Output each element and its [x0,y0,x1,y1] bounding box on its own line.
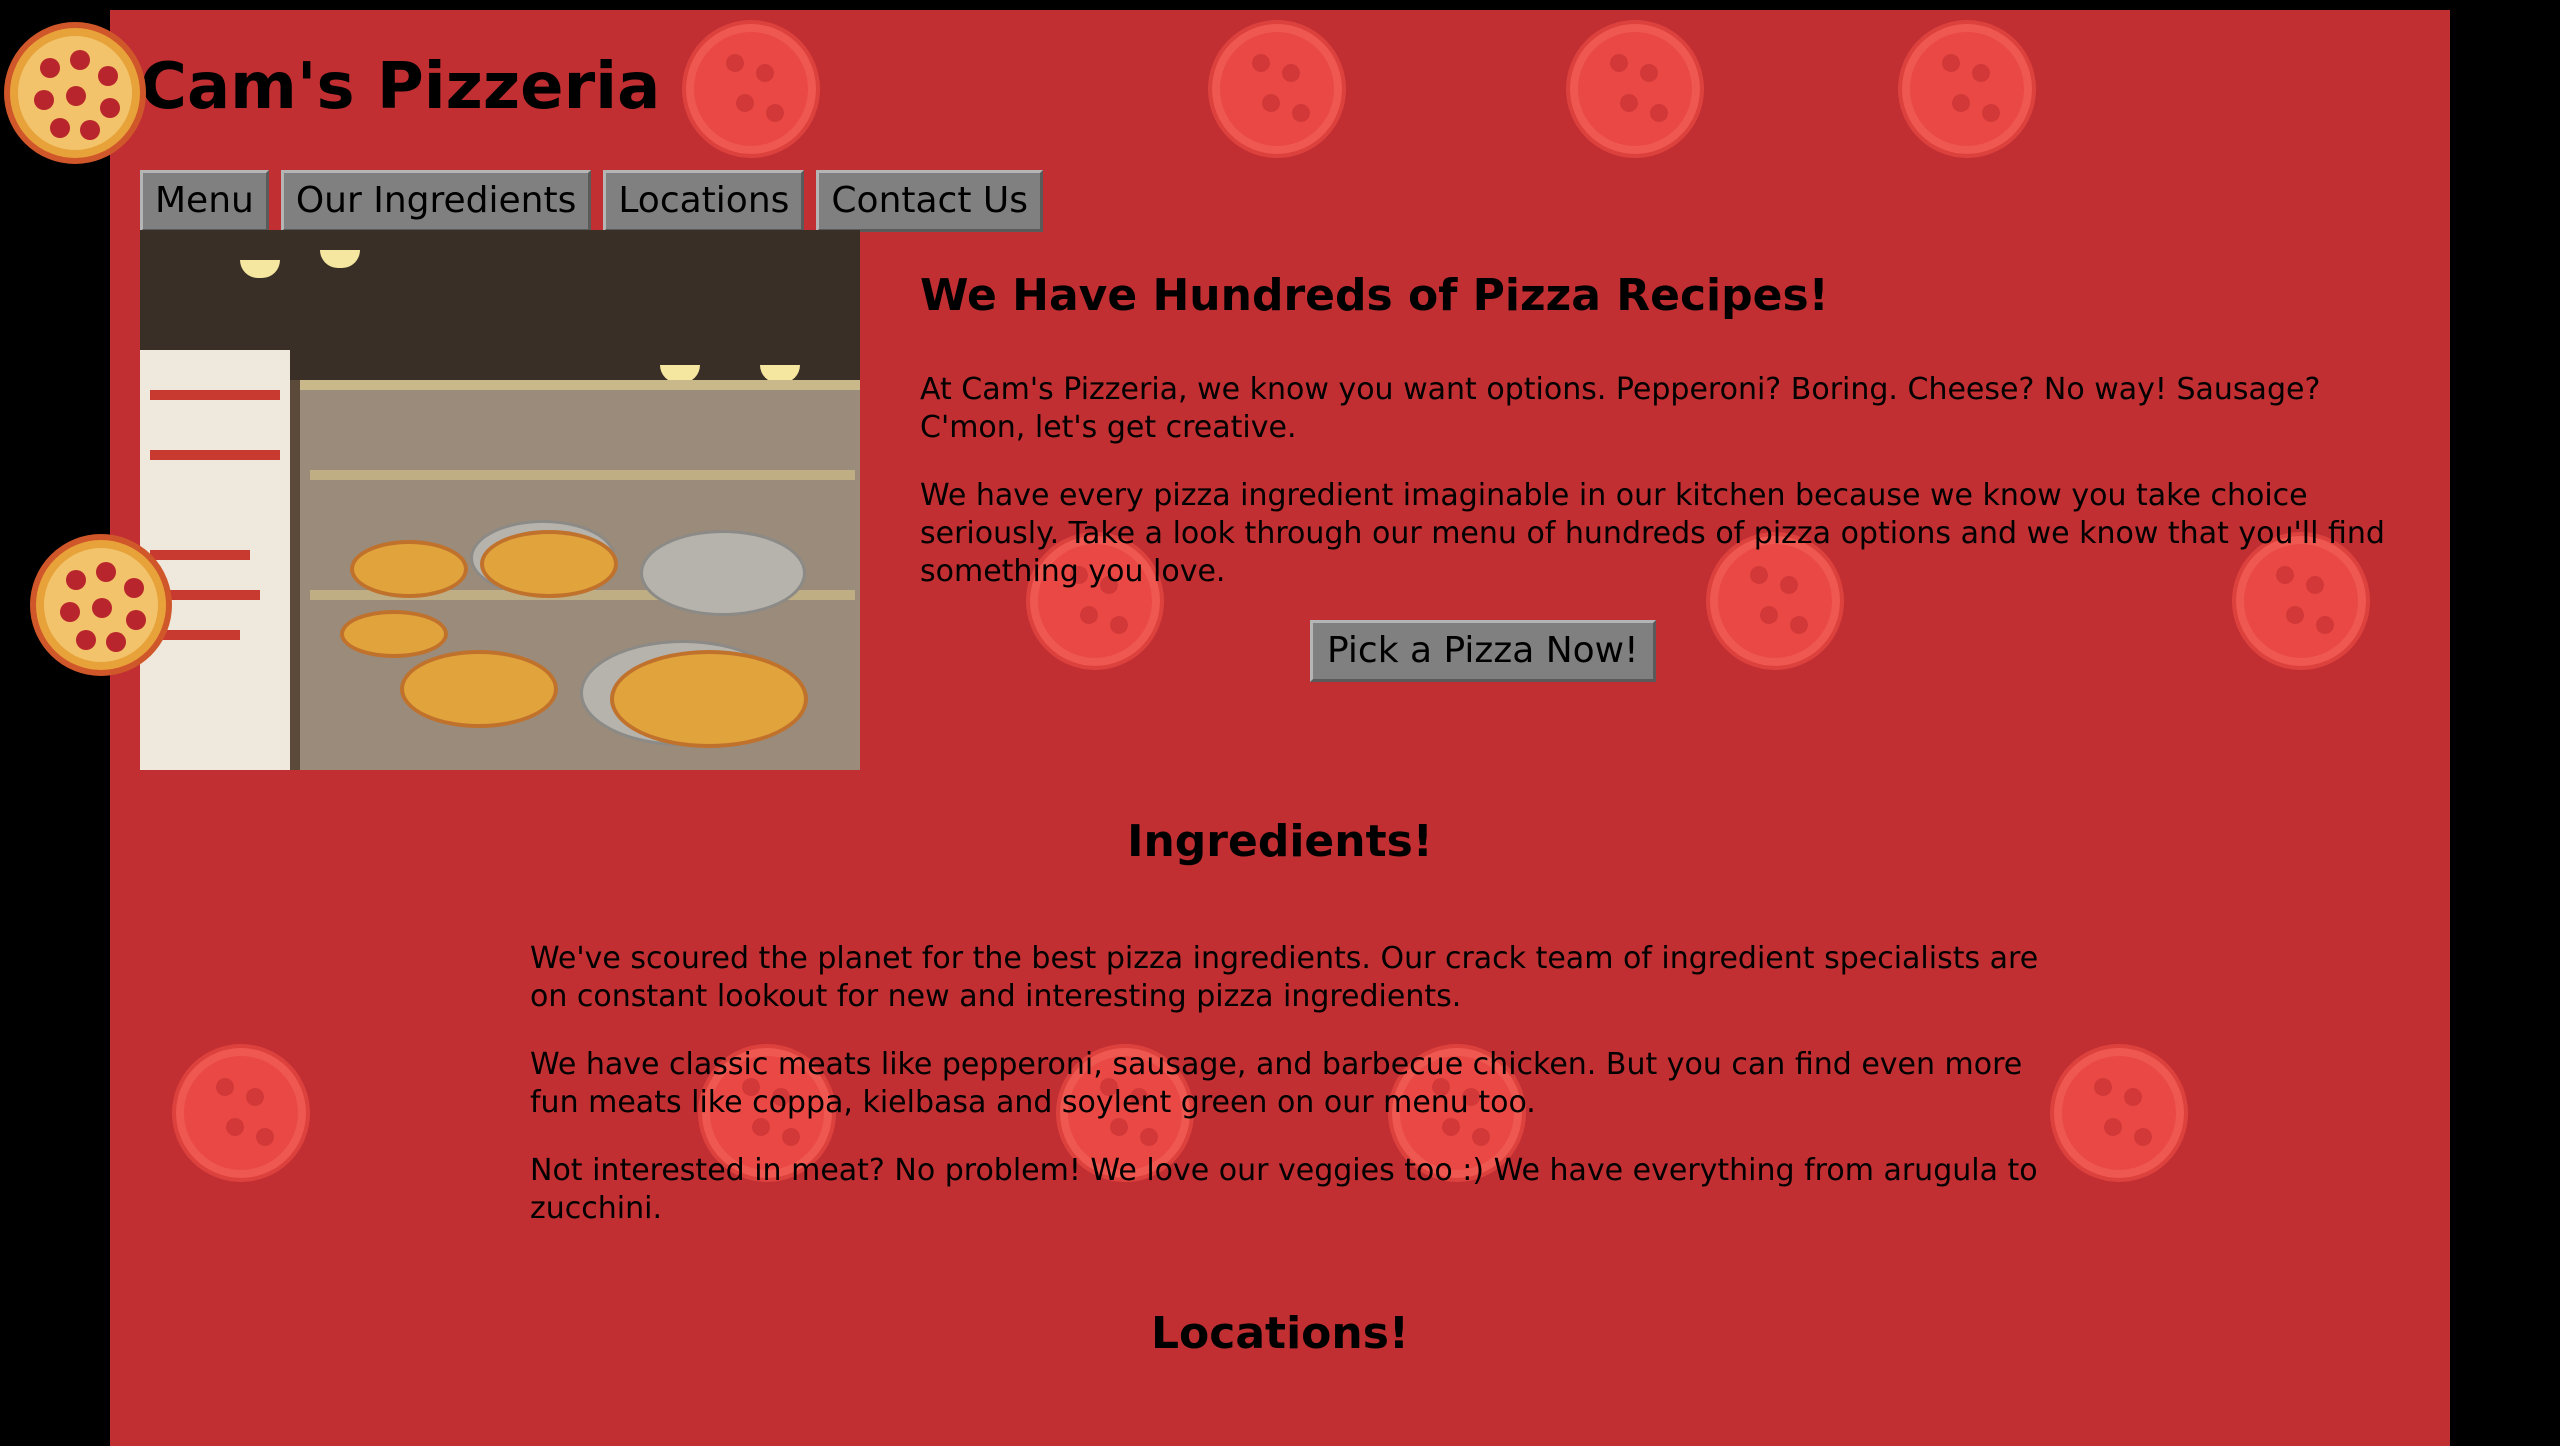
site-title: Cam's Pizzeria [140,50,661,124]
pizza-decoration-icon [1566,20,1704,158]
pizza-decoration-icon [1208,20,1346,158]
ingredients-heading: Ingredients! [1127,816,1433,867]
hero-paragraph: We have every pizza ingredient imaginabl… [920,478,2385,589]
hero-heading: We Have Hundreds of Pizza Recipes! [920,270,1829,321]
ingredients-paragraph: We have classic meats like pepperoni, sa… [530,1047,2023,1120]
pizza-decoration-icon [682,20,820,158]
main-nav: Menu Our Ingredients Locations Contact U… [140,170,1044,232]
pick-pizza-button[interactable]: Pick a Pizza Now! [1310,620,1656,682]
pizza-decoration-icon [172,1044,310,1182]
hero-intro: We Have Hundreds of Pizza Recipes! At Ca… [920,270,2430,621]
pizza-decoration-icon [1898,20,2036,158]
nav-locations-button[interactable]: Locations [603,170,805,232]
ingredients-paragraph: We've scoured the planet for the best pi… [530,941,2039,1014]
hero-paragraph: At Cam's Pizzeria, we know you want opti… [920,372,2321,445]
ingredients-content: We've scoured the planet for the best pi… [530,940,2070,1258]
nav-contact-button[interactable]: Contact Us [816,170,1044,232]
nav-menu-button[interactable]: Menu [140,170,269,232]
pizza-decoration-icon [2050,1044,2188,1182]
nav-ingredients-button[interactable]: Our Ingredients [280,170,592,232]
ingredients-paragraph: Not interested in meat? No problem! We l… [530,1153,2038,1226]
pizza-logo-icon [4,22,146,164]
pizza-decoration-icon [30,534,172,676]
locations-heading: Locations! [1151,1308,1409,1359]
pizzeria-interior-photo [140,230,860,770]
page-container: Cam's Pizzeria Menu Our Ingredients Loca… [110,10,2450,1446]
